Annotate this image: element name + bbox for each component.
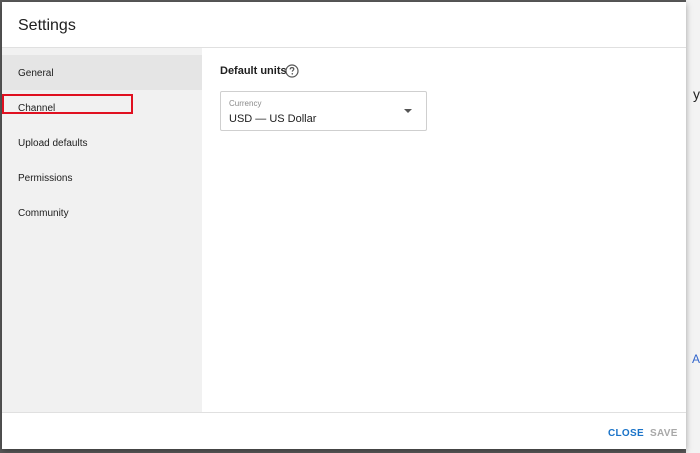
sidebar-item-permissions[interactable]: Permissions bbox=[2, 160, 202, 195]
sidebar-item-label: Upload defaults bbox=[18, 138, 88, 149]
backdrop-text-fragment: y bbox=[693, 86, 700, 102]
dropdown-arrow-icon bbox=[404, 109, 412, 113]
section-title: Default units bbox=[220, 65, 287, 77]
sidebar-item-general[interactable]: General bbox=[2, 55, 202, 90]
close-button[interactable]: CLOSE bbox=[608, 428, 644, 439]
currency-value: USD — US Dollar bbox=[229, 113, 317, 125]
sidebar-item-label: Permissions bbox=[18, 173, 73, 184]
backdrop-page: y A bbox=[686, 0, 700, 453]
sidebar-item-upload-defaults[interactable]: Upload defaults bbox=[2, 125, 202, 160]
currency-select[interactable]: Currency USD — US Dollar bbox=[220, 91, 427, 131]
sidebar-item-community[interactable]: Community bbox=[2, 195, 202, 230]
settings-dialog: Settings General Channel Upload defaults… bbox=[2, 2, 686, 449]
general-settings-panel: Default units Currency USD — US Dollar bbox=[202, 48, 686, 412]
dialog-footer: CLOSE SAVE bbox=[2, 412, 686, 449]
dialog-header: Settings bbox=[2, 2, 686, 48]
sidebar-item-label: General bbox=[18, 68, 54, 79]
backdrop-text-fragment: A bbox=[691, 352, 700, 366]
highlight-annotation bbox=[2, 94, 133, 114]
sidebar-item-label: Community bbox=[18, 208, 69, 219]
dialog-title: Settings bbox=[18, 17, 76, 34]
currency-caption: Currency bbox=[229, 99, 262, 108]
save-button[interactable]: SAVE bbox=[650, 428, 678, 439]
question-circle-icon[interactable] bbox=[285, 64, 299, 78]
